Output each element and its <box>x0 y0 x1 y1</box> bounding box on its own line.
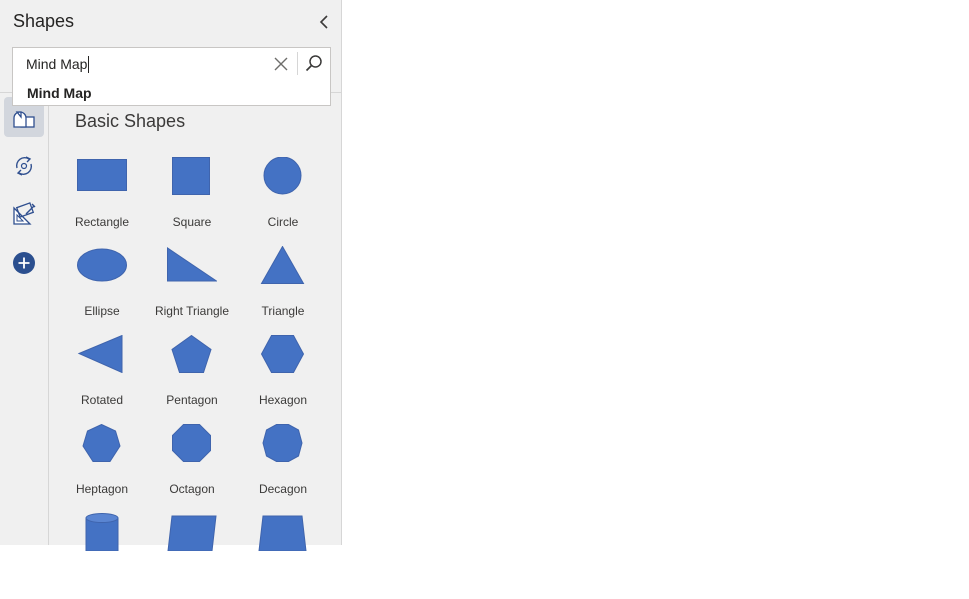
square-shape <box>172 157 210 195</box>
search-suggestion-item[interactable]: Mind Map <box>12 79 331 106</box>
cycle-icon <box>15 156 33 176</box>
triangle-shape <box>260 246 305 284</box>
search-divider <box>297 52 298 75</box>
close-icon[interactable] <box>273 56 289 72</box>
rail-cycle-button[interactable] <box>4 146 44 186</box>
text-caret <box>88 56 89 73</box>
shape-pentagon[interactable]: Pentagon <box>148 335 236 421</box>
rail-add-button[interactable] <box>4 243 44 283</box>
shape-circle[interactable]: Circle <box>239 157 327 243</box>
panel-title: Shapes <box>13 11 75 31</box>
rotated-triangle-shape <box>77 335 123 373</box>
stencil-title: Basic Shapes <box>75 111 186 131</box>
shape-square[interactable]: Square <box>148 157 236 243</box>
hexagon-shape <box>260 335 305 373</box>
shapes-icon <box>13 111 35 128</box>
rail-divider <box>48 93 49 545</box>
search-icon[interactable] <box>305 54 323 72</box>
chevron-left-icon[interactable] <box>314 12 334 32</box>
shape-label: Decagon <box>258 482 308 496</box>
shape-ellipse[interactable]: Ellipse <box>58 246 146 332</box>
canvas-area[interactable] <box>343 0 969 545</box>
decagon-shape <box>262 424 303 462</box>
shape-triangle[interactable]: Triangle <box>239 246 327 332</box>
shape-heptagon[interactable]: Heptagon <box>58 424 146 510</box>
pentagon-shape <box>171 335 212 373</box>
octagon-shape <box>172 424 211 462</box>
shape-parallelogram[interactable] <box>148 513 236 599</box>
rail-geometry-button[interactable] <box>4 194 44 234</box>
shape-octagon[interactable]: Octagon <box>148 424 236 510</box>
shape-label: Circle <box>267 215 299 229</box>
cylinder-shape <box>85 513 119 551</box>
shape-trapezoid[interactable] <box>239 513 327 599</box>
shape-rotated[interactable]: Rotated <box>58 335 146 421</box>
ellipse-shape <box>77 248 127 282</box>
shape-label: Triangle <box>261 304 305 318</box>
trapezoid-shape <box>258 515 307 551</box>
shape-label: Hexagon <box>258 393 308 407</box>
shape-cylinder[interactable] <box>58 513 146 599</box>
parallelogram-shape <box>167 515 217 551</box>
heptagon-shape <box>82 424 121 462</box>
rectangle-shape <box>77 159 127 191</box>
shape-right-triangle[interactable]: Right Triangle <box>148 246 236 332</box>
shape-hexagon[interactable]: Hexagon <box>239 335 327 421</box>
suggestion-text: Mind Map <box>27 85 92 101</box>
search-input[interactable] <box>26 55 271 73</box>
shape-decagon[interactable]: Decagon <box>239 424 327 510</box>
circle-shape <box>263 157 302 195</box>
geometry-tools-icon <box>13 202 36 225</box>
shape-rectangle[interactable]: Rectangle <box>58 157 146 243</box>
right-triangle-shape <box>167 247 217 282</box>
add-icon <box>13 252 35 274</box>
